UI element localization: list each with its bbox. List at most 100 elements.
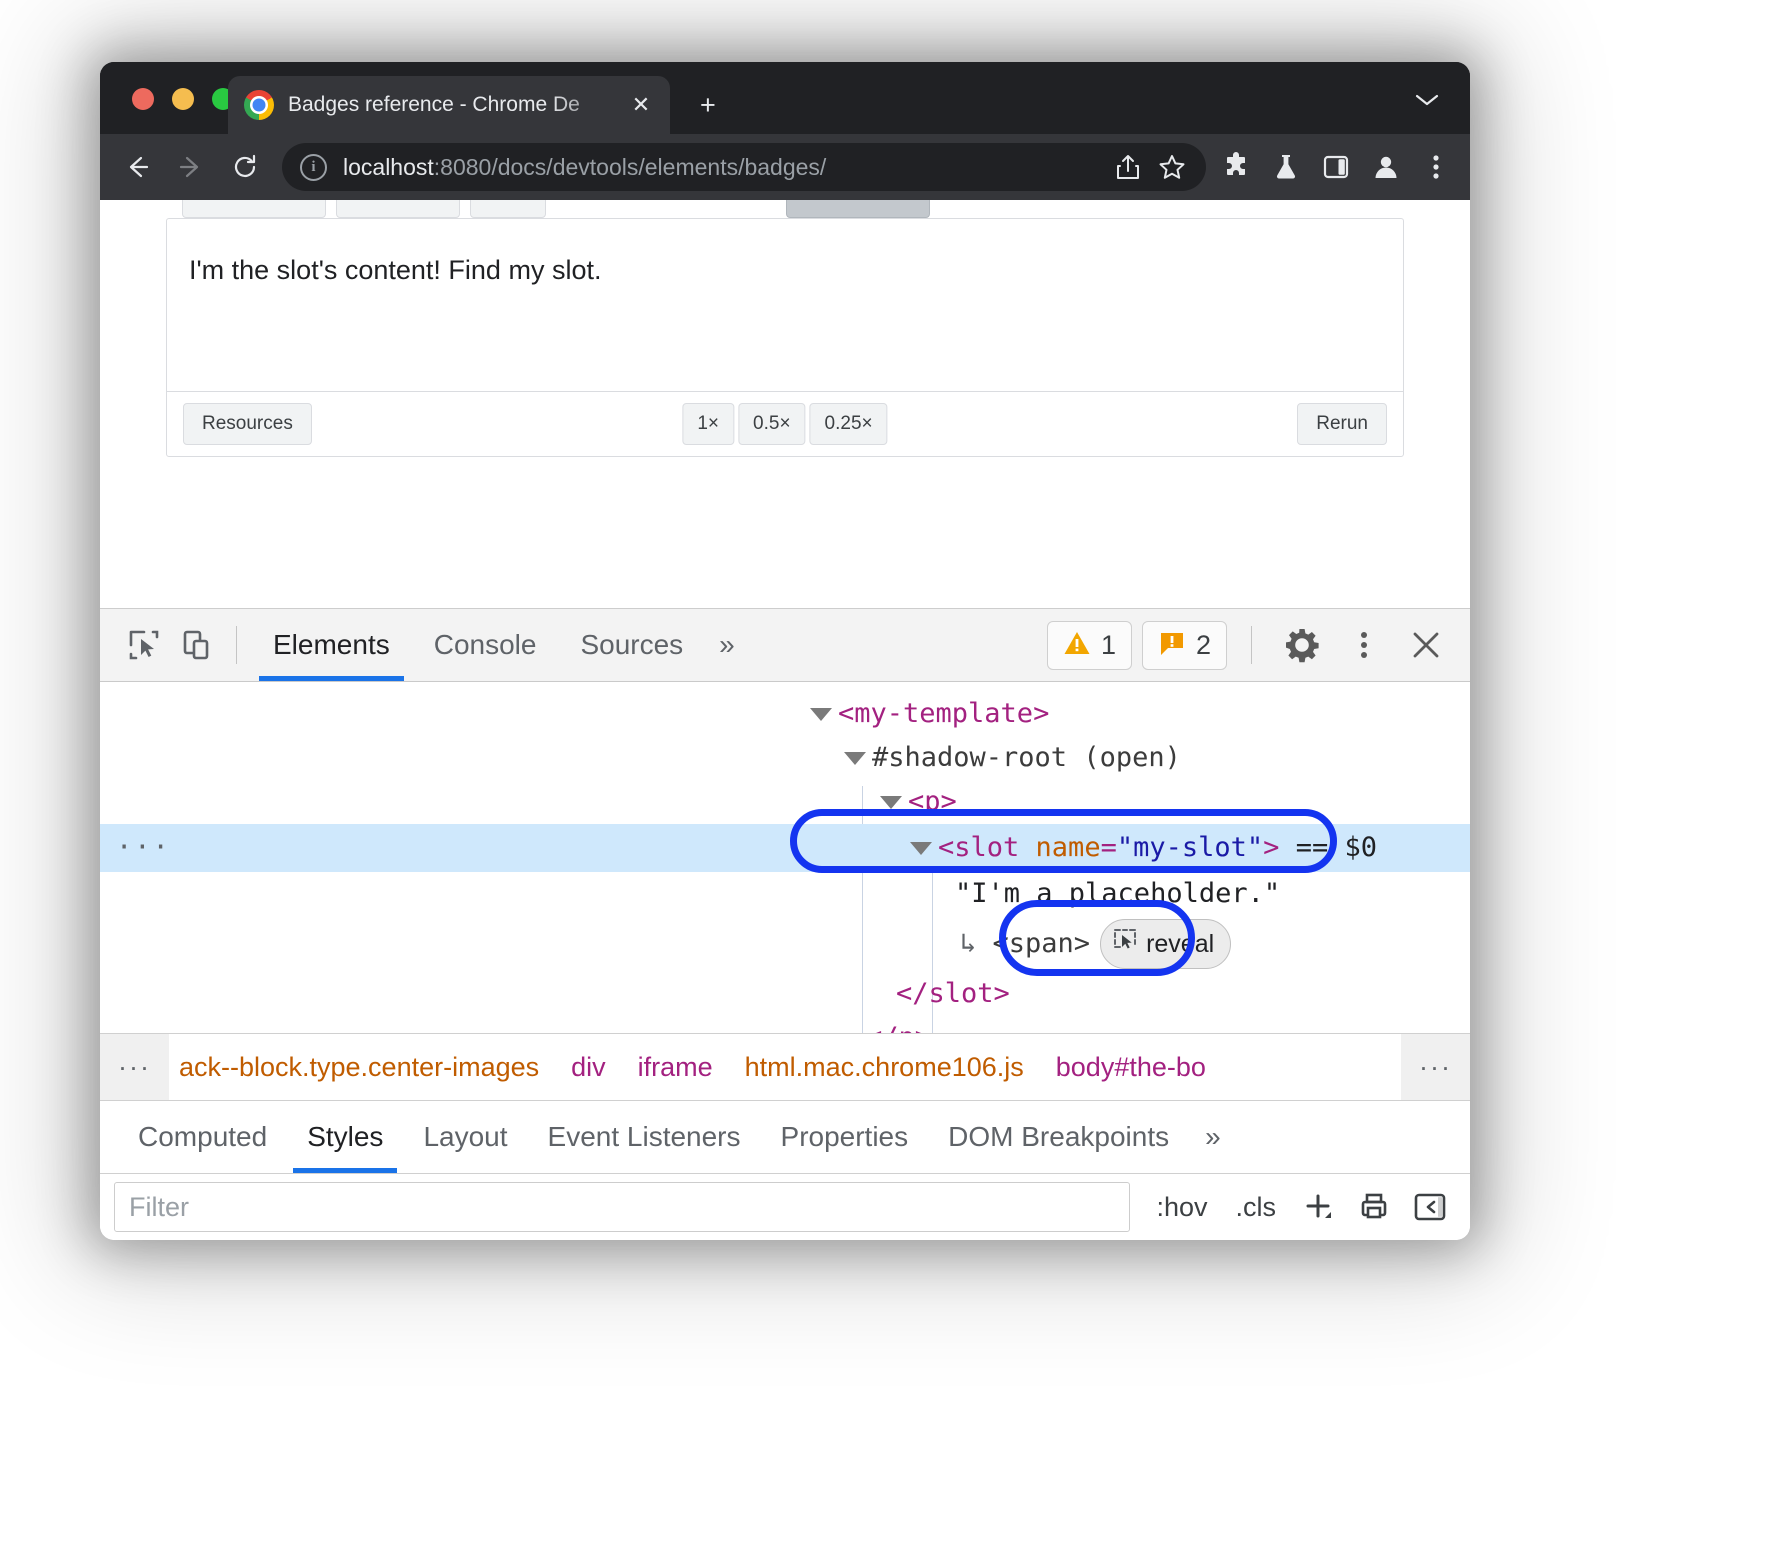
row-overflow-ellipsis[interactable]: ···: [116, 826, 171, 870]
tab-styles[interactable]: Styles: [287, 1101, 403, 1173]
url-text: localhost:8080/docs/devtools/elements/ba…: [343, 154, 1108, 181]
address-bar[interactable]: i localhost:8080/docs/devtools/elements/…: [282, 143, 1206, 191]
demo-chip[interactable]: [336, 200, 460, 218]
minimize-window-button[interactable]: [172, 88, 194, 110]
tag-text: <p>: [908, 780, 957, 824]
demo-chip-active[interactable]: [786, 200, 930, 218]
browser-window: Badges reference - Chrome De ✕ +: [100, 62, 1470, 1240]
side-panel-icon[interactable]: [1312, 143, 1360, 191]
rerun-button[interactable]: Rerun: [1297, 403, 1387, 445]
breadcrumb-label: ack--block.type.center-images: [179, 1052, 539, 1082]
browser-tab-strip: Badges reference - Chrome De ✕ +: [100, 62, 1470, 134]
more-sidebar-tabs-icon[interactable]: »: [1189, 1121, 1237, 1153]
toolbar-divider: [236, 626, 237, 664]
devtools-panel: Elements Console Sources » 1: [100, 608, 1470, 1240]
gear-icon[interactable]: [1276, 619, 1328, 671]
plus-icon[interactable]: [1292, 1181, 1344, 1233]
tab-elements[interactable]: Elements: [251, 609, 412, 681]
experiments-flask-icon[interactable]: [1262, 143, 1310, 191]
close-icon[interactable]: [1400, 619, 1452, 671]
dom-row-shadow-root[interactable]: #shadow-root (open): [100, 736, 1470, 780]
tag-text: <slot: [938, 826, 1019, 870]
tab-sources[interactable]: Sources: [558, 609, 705, 681]
tag-text: <my-template>: [838, 692, 1049, 736]
dom-row-distributed-span[interactable]: ↳ <span> reveal: [100, 916, 1470, 972]
styles-filter-actions: :hov .cls: [1130, 1181, 1456, 1233]
breadcrumb-item[interactable]: html.mac.chrome106.js: [729, 1052, 1040, 1083]
hov-toggle-button[interactable]: :hov: [1144, 1192, 1219, 1223]
warning-triangle-icon: [1063, 629, 1091, 662]
reveal-badge[interactable]: reveal: [1100, 919, 1231, 970]
screenshot-root: Badges reference - Chrome De ✕ +: [0, 0, 1780, 1556]
demo-chip[interactable]: [182, 200, 326, 218]
browser-actions: [1212, 143, 1470, 191]
chrome-menu-icon[interactable]: [1412, 143, 1460, 191]
more-tabs-icon[interactable]: »: [705, 629, 749, 661]
site-info-icon[interactable]: i: [300, 154, 327, 181]
breadcrumb-overflow-right[interactable]: ···: [1401, 1034, 1470, 1100]
demo-chip[interactable]: [470, 200, 546, 218]
reload-icon[interactable]: [222, 144, 268, 190]
dom-row-slot-selected[interactable]: ··· <slot name="my-slot"> == $0: [100, 824, 1470, 872]
tab-computed[interactable]: Computed: [118, 1101, 287, 1173]
dom-row-my-template-open[interactable]: <my-template>: [100, 692, 1470, 736]
breadcrumb-label: html.mac.chrome106.js: [745, 1052, 1024, 1082]
tab-title: Badges reference - Chrome De: [288, 93, 622, 117]
dom-row-p-close[interactable]: </p>: [100, 1016, 1470, 1033]
resources-button[interactable]: Resources: [183, 403, 312, 445]
demo-widget: I'm the slot's content! Find my slot. Re…: [100, 218, 1470, 457]
extensions-puzzle-icon[interactable]: [1212, 143, 1260, 191]
breadcrumb-item[interactable]: ack--block.type.center-images: [163, 1052, 555, 1083]
zoom-0.5x-button[interactable]: 0.5×: [738, 403, 806, 445]
zoom-0.25x-button[interactable]: 0.25×: [810, 403, 888, 445]
print-media-icon[interactable]: [1348, 1181, 1400, 1233]
demo-output-box: I'm the slot's content! Find my slot. Re…: [166, 218, 1404, 457]
forward-icon[interactable]: [168, 144, 214, 190]
close-window-button[interactable]: [132, 88, 154, 110]
tab-dom-breakpoints[interactable]: DOM Breakpoints: [928, 1101, 1189, 1173]
search-input[interactable]: Filter: [114, 1182, 1130, 1232]
toggle-sidebar-icon[interactable]: [1404, 1181, 1456, 1233]
tab-properties[interactable]: Properties: [761, 1101, 929, 1173]
devtools-tab-list: Elements Console Sources »: [251, 609, 749, 681]
close-icon[interactable]: ✕: [628, 92, 654, 118]
distributed-node-arrow-icon: ↳: [960, 922, 976, 966]
dom-tree[interactable]: <my-template> #shadow-root (open) <p> ··…: [100, 682, 1470, 1033]
tag-text: </slot>: [896, 972, 1010, 1016]
dom-row-placeholder-text[interactable]: "I'm a placeholder.": [100, 872, 1470, 916]
tab-event-listeners[interactable]: Event Listeners: [528, 1101, 761, 1173]
bookmark-star-icon[interactable]: [1152, 147, 1192, 187]
warnings-badge[interactable]: 1: [1047, 621, 1132, 670]
breadcrumb-item[interactable]: body#the-bo: [1040, 1052, 1222, 1083]
chrome-logo-icon: [244, 90, 274, 120]
back-icon[interactable]: [114, 144, 160, 190]
tab-layout[interactable]: Layout: [403, 1101, 527, 1173]
share-icon[interactable]: [1108, 147, 1148, 187]
attribute-value[interactable]: "my-slot": [1117, 826, 1263, 870]
zoom-1x-button[interactable]: 1×: [682, 403, 734, 445]
profile-avatar-icon[interactable]: [1362, 143, 1410, 191]
browser-tab[interactable]: Badges reference - Chrome De ✕: [228, 76, 670, 134]
expand-triangle-icon[interactable]: [844, 752, 866, 765]
dom-row-p-open[interactable]: <p>: [100, 780, 1470, 824]
url-path: :8080/docs/devtools/elements/badges/: [434, 154, 827, 180]
devtools-toolbar-right: 1 2: [1047, 619, 1452, 671]
device-toolbar-icon[interactable]: [170, 619, 222, 671]
breadcrumb-item[interactable]: iframe: [622, 1052, 729, 1083]
breadcrumb-overflow-left[interactable]: ···: [100, 1034, 169, 1100]
chevron-down-icon[interactable]: [1414, 92, 1440, 114]
expand-triangle-icon[interactable]: [910, 842, 932, 855]
breadcrumb-item[interactable]: div: [555, 1052, 622, 1083]
expand-triangle-icon[interactable]: [880, 796, 902, 809]
attribute-name[interactable]: name: [1036, 826, 1101, 870]
dom-row-slot-close[interactable]: </slot>: [100, 972, 1470, 1016]
inspect-element-icon[interactable]: [118, 619, 170, 671]
warnings-count: 1: [1101, 630, 1116, 661]
expand-triangle-icon[interactable]: [810, 708, 832, 721]
cls-toggle-button[interactable]: .cls: [1224, 1192, 1289, 1223]
tab-console[interactable]: Console: [412, 609, 559, 681]
new-tab-button[interactable]: +: [700, 92, 716, 119]
more-options-icon[interactable]: [1338, 619, 1390, 671]
issues-badge[interactable]: 2: [1142, 621, 1227, 670]
styles-filter-row: Filter :hov .cls: [100, 1173, 1470, 1240]
